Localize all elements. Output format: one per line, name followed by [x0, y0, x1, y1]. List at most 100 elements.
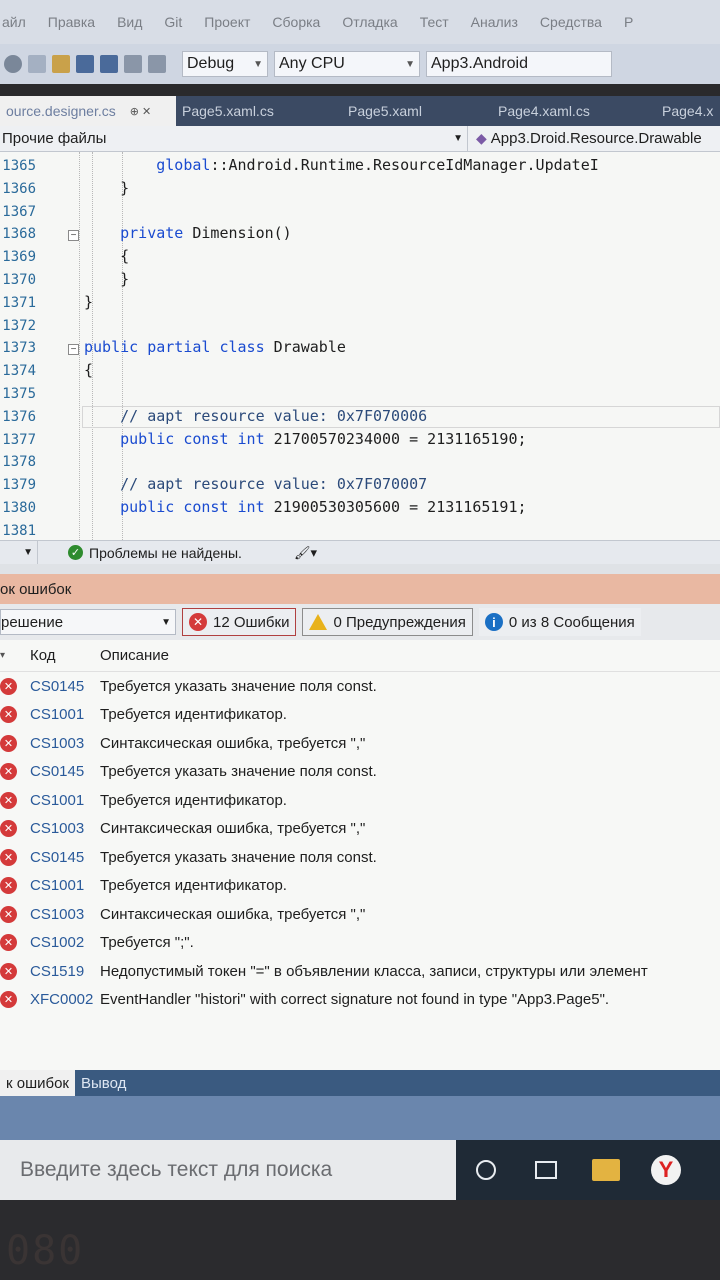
cortana-icon[interactable] [456, 1140, 516, 1200]
error-row[interactable]: ✕ CS1002 Требуется ";". [0, 929, 720, 958]
code-line: } [84, 292, 94, 311]
task-view-icon[interactable] [516, 1140, 576, 1200]
platform-combo[interactable]: Any CPU ▼ [274, 51, 420, 77]
code-line: public const int 21700570234000 = 213116… [120, 429, 527, 448]
error-row[interactable]: ✕ CS1001 Требуется идентификатор. [0, 786, 720, 815]
configuration-combo[interactable]: Debug ▼ [182, 51, 268, 77]
filter-icon[interactable]: ▾ [0, 650, 30, 661]
taskbar-search-box[interactable]: Введите здесь текст для поиска [0, 1140, 456, 1200]
editor-status-bar: ▼ ✓ Проблемы не найдены. 🖌▾ [0, 540, 720, 564]
code-column-header[interactable]: Код [30, 647, 100, 664]
error-code: CS1003 [30, 905, 85, 923]
error-description: Синтаксическая ошибка, требуется "," [100, 734, 366, 752]
menu-item[interactable]: айл [2, 14, 26, 30]
error-row[interactable]: ✕ CS1001 Требуется идентификатор. [0, 701, 720, 730]
open-folder-icon[interactable] [52, 55, 70, 73]
error-description: Требуется идентификатор. [100, 791, 287, 809]
messages-filter-label: 0 из 8 Сообщения [508, 613, 635, 631]
document-tab-label: ource.designer.cs [6, 103, 116, 119]
warnings-filter-button[interactable]: 0 Предупреждения [302, 608, 473, 636]
document-tab[interactable]: ource.designer.cs ⊕ ✕ [0, 96, 176, 126]
error-row[interactable]: ✕ XFC0002 EventHandler "histori" with corr… [0, 986, 720, 1015]
member-label: App3.Droid.Resource.Drawable [490, 130, 702, 147]
save-all-icon[interactable] [100, 55, 118, 73]
line-number: 1370 [2, 272, 36, 288]
search-placeholder: Введите здесь текст для поиска [20, 1158, 333, 1181]
messages-filter-button[interactable]: i 0 из 8 Сообщения [478, 608, 641, 636]
line-number: 1368 [2, 226, 36, 243]
collapse-icon[interactable]: − [68, 344, 79, 356]
member-dropdown[interactable]: ◆ App3.Droid.Resource.Drawable [468, 130, 702, 147]
code-line: } [84, 178, 130, 197]
menu-item[interactable]: Тест [420, 14, 449, 30]
project-dropdown[interactable]: Прочие файлы ▼ [0, 126, 468, 151]
menu-item[interactable]: Сборка [272, 14, 320, 30]
menu-item[interactable]: Средства [540, 14, 602, 30]
save-icon[interactable] [76, 55, 94, 73]
error-code: CS1003 [30, 820, 85, 838]
errors-filter-button[interactable]: ✕ 12 Ошибки [182, 608, 297, 636]
menu-item[interactable]: Git [164, 14, 182, 30]
yandex-browser-icon[interactable]: Y [636, 1140, 696, 1200]
error-list-toolbar: решение ▼ ✕ 12 Ошибки 0 Предупреждения i… [0, 604, 720, 640]
class-icon: ◆ [476, 130, 487, 146]
error-row[interactable]: ✕ CS1001 Требуется идентификатор. [0, 872, 720, 901]
startup-project-combo[interactable]: App3.Android [426, 51, 612, 77]
new-project-icon[interactable] [28, 55, 46, 73]
document-tab[interactable]: Page4.x [656, 96, 720, 126]
file-explorer-icon[interactable] [576, 1140, 636, 1200]
menu-item[interactable]: Вид [117, 14, 142, 30]
document-tab[interactable]: Page5.xaml.cs [176, 96, 342, 126]
collapse-icon[interactable]: − [68, 230, 79, 242]
tab-error-list[interactable]: к ошибок [0, 1070, 75, 1096]
menu-item[interactable]: Отладка [342, 14, 397, 30]
menu-item[interactable]: Р [624, 14, 633, 30]
error-code: CS1001 [30, 877, 85, 895]
error-row[interactable]: ✕ CS0145 Требуется указать значение поля c… [0, 843, 720, 872]
chevron-down-icon: ▼ [453, 133, 463, 144]
error-row[interactable]: ✕ CS0145 Требуется указать значение поля c… [0, 758, 720, 787]
pin-close-icon[interactable]: ⊕ ✕ [130, 105, 152, 118]
code-line: { [84, 361, 94, 380]
code-editor[interactable]: 1365 1366 1367 1368 1369 1370 1371 1372 1373 1374… [0, 152, 720, 540]
line-number: 1379 [2, 477, 36, 494]
tab-output[interactable]: Вывод [75, 1070, 132, 1096]
panel-splitter[interactable] [0, 564, 720, 574]
error-row[interactable]: ✕ CS1003 Синтаксическая ошибка, требуется … [0, 729, 720, 758]
code-cleanup-icon[interactable]: 🖌▾ [294, 545, 317, 561]
error-description: Требуется указать значение поля const. [100, 848, 377, 866]
document-tab[interactable]: Page5.xaml [342, 96, 492, 126]
windows-taskbar: Введите здесь текст для поиска Y [0, 1140, 720, 1200]
error-icon: ✕ [0, 820, 30, 838]
menu-item[interactable]: Анализ [471, 14, 518, 30]
error-rows: ✕ CS0145 Требуется указать значение поля c… [0, 672, 720, 1014]
toolbar: Debug ▼ Any CPU ▼ App3.Android [0, 44, 720, 84]
code-line: public partial class Drawable [84, 338, 346, 357]
zoom-dropdown[interactable]: ▼ [0, 541, 38, 564]
document-tab-label: Page5.xaml [348, 103, 422, 119]
redo-icon[interactable] [148, 55, 166, 73]
line-number: 1375 [2, 386, 36, 402]
error-description: Требуется идентификатор. [100, 877, 287, 895]
tab-error-list-label: к ошибок [6, 1074, 69, 1092]
back-icon[interactable] [4, 55, 22, 73]
error-icon: ✕ [0, 991, 30, 1009]
menu-item[interactable]: Правка [48, 14, 95, 30]
bottom-panel-tabs: к ошибок Вывод [0, 1070, 720, 1096]
monitor-bezel: 080 [0, 1200, 720, 1280]
undo-icon[interactable] [124, 55, 142, 73]
error-row[interactable]: ✕ CS1003 Синтаксическая ошибка, требуется … [0, 815, 720, 844]
menu-item[interactable]: Проект [204, 14, 250, 30]
document-tabs: ource.designer.cs ⊕ ✕ Page5.xaml.cs Page5.x… [0, 96, 720, 126]
check-circle-icon: ✓ [68, 545, 83, 560]
line-number: 1374 [2, 363, 36, 380]
line-number: 1380 [2, 500, 36, 516]
description-column-header[interactable]: Описание [100, 647, 169, 664]
error-row[interactable]: ✕ CS0145 Требуется указать значение поля c… [0, 672, 720, 701]
document-tab[interactable]: Page4.xaml.cs [492, 96, 656, 126]
error-description: Недопустимый токен "=" в объявлении клас… [100, 962, 648, 980]
error-row[interactable]: ✕ CS1003 Синтаксическая ошибка, требуется … [0, 900, 720, 929]
navigation-bar: Прочие файлы ▼ ◆ App3.Droid.Resource.Dra… [0, 126, 720, 152]
error-row[interactable]: ✕ CS1519 Недопустимый токен "=" в объявлен… [0, 957, 720, 986]
scope-dropdown[interactable]: решение ▼ [0, 609, 176, 635]
